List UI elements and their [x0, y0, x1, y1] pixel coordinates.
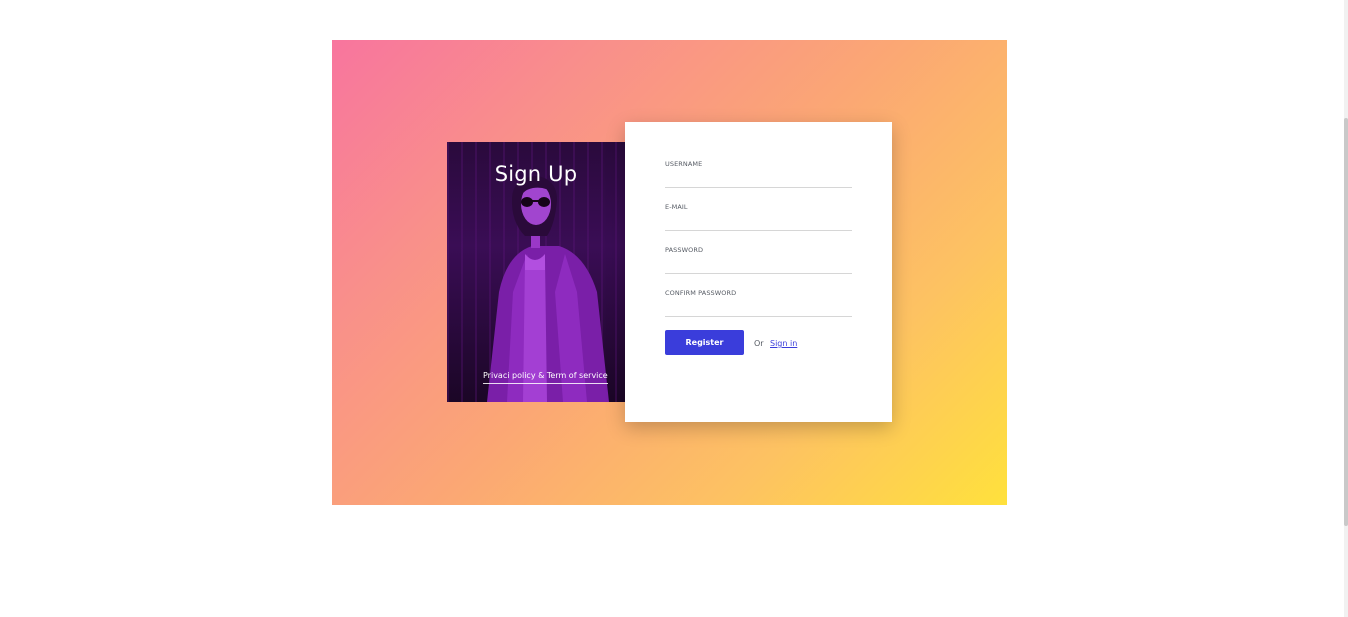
page-scrollbar-thumb[interactable]	[1344, 118, 1348, 526]
privacy-policy-link[interactable]: Privaci policy & Term of service	[483, 371, 608, 384]
page-scrollbar-track[interactable]	[1344, 0, 1348, 617]
email-input[interactable]	[665, 213, 852, 231]
password-label: PASSWORD	[665, 246, 704, 254]
username-label: USERNAME	[665, 160, 703, 168]
confirm-password-field-group: CONFIRM PASSWORD	[665, 289, 852, 317]
gradient-background: Sign Up Privaci policy & Term of service…	[332, 40, 1007, 505]
register-button[interactable]: Register	[665, 330, 744, 355]
username-field-group: USERNAME	[665, 160, 852, 188]
or-separator-text: Or	[754, 339, 764, 348]
username-input[interactable]	[665, 170, 852, 188]
password-input[interactable]	[665, 256, 852, 274]
signup-title: Sign Up	[494, 162, 578, 186]
confirm-password-label: CONFIRM PASSWORD	[665, 289, 737, 297]
email-field-group: E-MAIL	[665, 203, 852, 231]
confirm-password-input[interactable]	[665, 299, 852, 317]
signup-form-card: USERNAME E-MAIL PASSWORD CONFIRM PASSWOR…	[625, 122, 892, 422]
signup-photo-panel: Sign Up Privaci policy & Term of service	[447, 142, 625, 402]
email-label: E-MAIL	[665, 203, 688, 211]
sign-in-link[interactable]: Sign in	[770, 339, 797, 348]
password-field-group: PASSWORD	[665, 246, 852, 274]
